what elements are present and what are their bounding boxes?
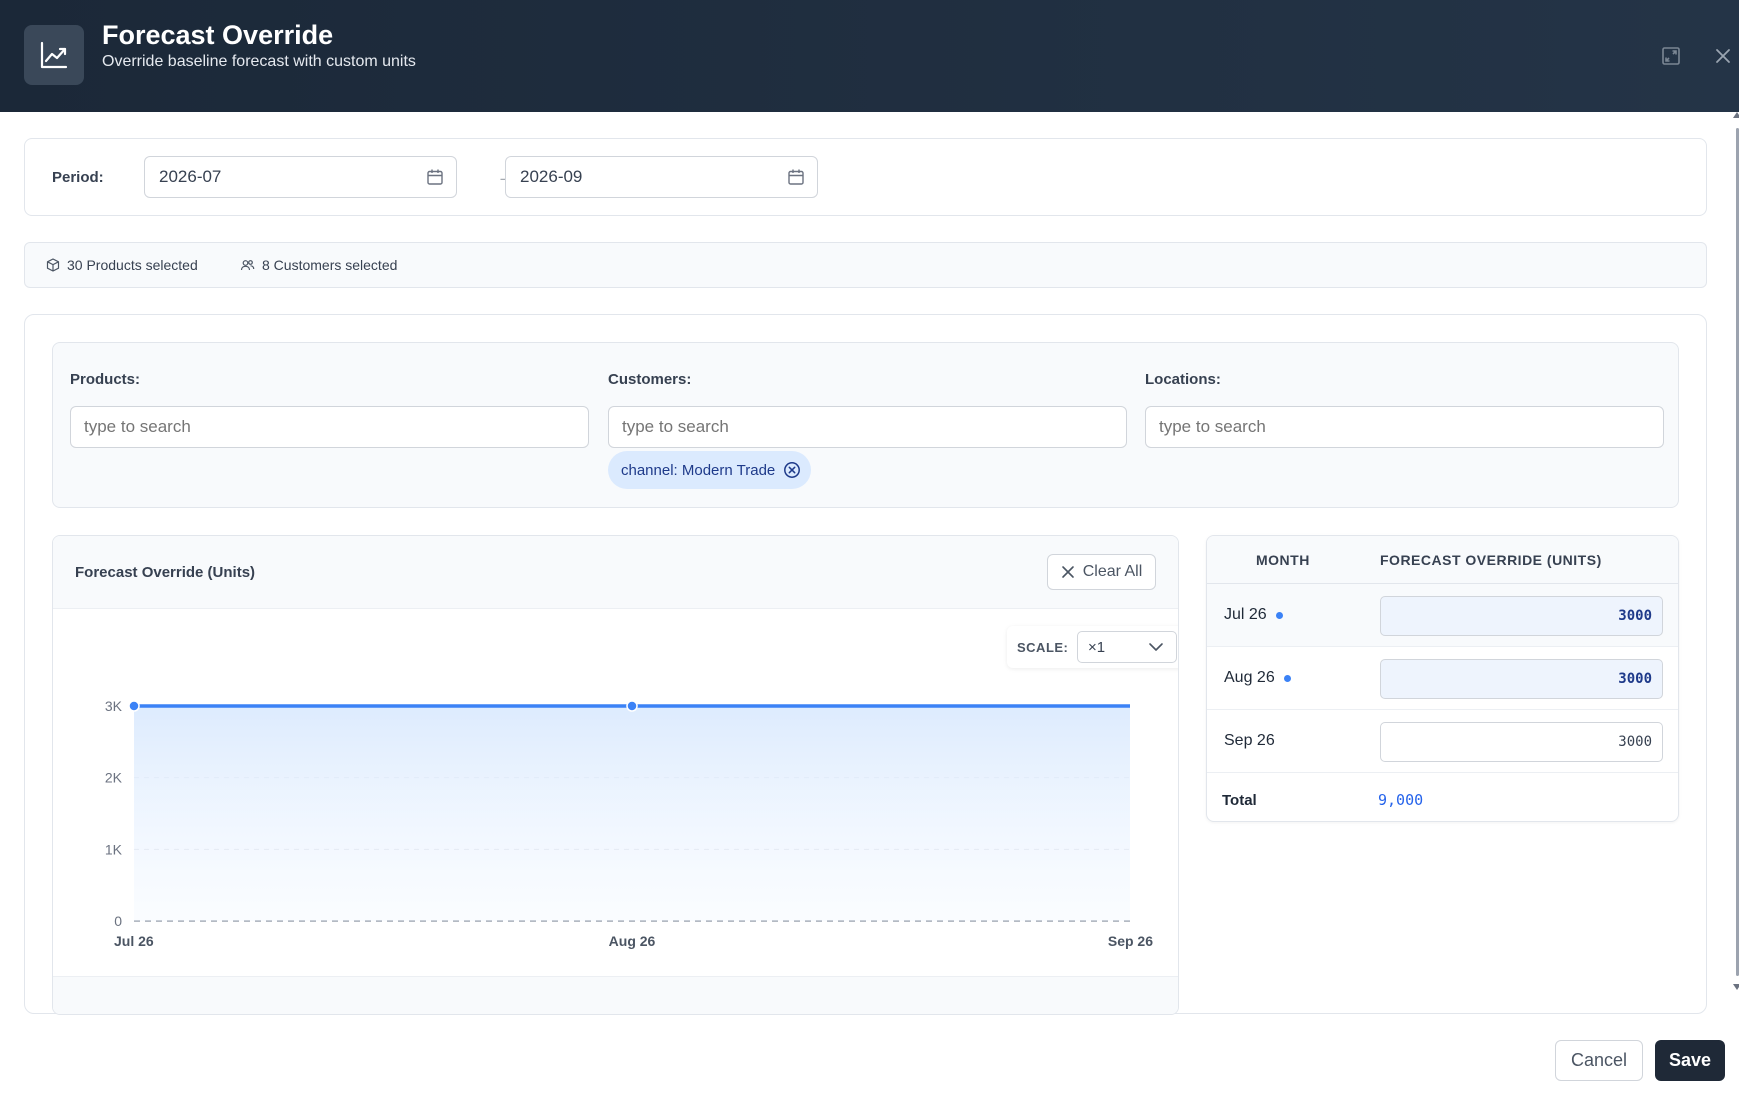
users-icon bbox=[240, 260, 255, 271]
row-month: Jul 26 bbox=[1224, 606, 1283, 624]
main-card: Products: Customers: Locations: channel:… bbox=[24, 314, 1707, 1015]
chart-footer bbox=[53, 976, 1178, 1014]
y-tick-label: 2K bbox=[105, 770, 123, 786]
modal-title: Forecast Override bbox=[102, 20, 334, 50]
calendar-icon bbox=[788, 169, 804, 185]
close-icon[interactable] bbox=[1711, 44, 1735, 68]
remove-chip-icon[interactable] bbox=[783, 461, 801, 479]
modified-dot-icon bbox=[1275, 611, 1283, 619]
locations-filter-label: Locations: bbox=[1145, 371, 1221, 388]
customers-selected-text: 8 Customers selected bbox=[262, 257, 398, 273]
row-month-label: Aug 26 bbox=[1224, 669, 1275, 686]
products-filter-label: Products: bbox=[70, 371, 141, 388]
period-end-input[interactable]: 2026-09 bbox=[505, 156, 818, 198]
products-search-input[interactable] bbox=[70, 406, 589, 448]
y-tick-label: 0 bbox=[114, 913, 122, 929]
area-fill bbox=[134, 706, 1130, 921]
row-month-label: Sep 26 bbox=[1224, 732, 1275, 749]
package-icon bbox=[46, 258, 60, 272]
selection-summary: 30 Products selected 8 Customers selecte… bbox=[24, 242, 1707, 288]
table-row: Jul 26 3000 bbox=[1207, 584, 1678, 647]
products-selected-text: 30 Products selected bbox=[67, 257, 198, 273]
table-row: Aug 26 3000 bbox=[1207, 647, 1678, 710]
forecast-area-chart: 0 1K 2K 3K Jul 26 Aug 26 Sep 26 bbox=[105, 698, 1153, 949]
customers-filter-label: Customers: bbox=[608, 371, 692, 388]
filters-panel: Products: Customers: Locations: channel:… bbox=[52, 342, 1679, 508]
table-row: Sep 26 3000 bbox=[1207, 710, 1678, 773]
period-start-value: 2026-07 bbox=[159, 167, 222, 186]
table-header: MONTH FORECAST OVERRIDE (UNITS) bbox=[1207, 536, 1678, 584]
chart-card: Forecast Override (Units) Clear All SCAL… bbox=[52, 535, 1179, 1015]
override-table: MONTH FORECAST OVERRIDE (UNITS) Jul 26 3… bbox=[1206, 535, 1679, 822]
period-card: Period: 2026-07 → 2026-09 bbox=[24, 138, 1707, 216]
period-label: Period: bbox=[52, 169, 104, 186]
products-selected: 30 Products selected bbox=[46, 257, 198, 273]
chip-label: channel: Modern Trade bbox=[621, 461, 776, 479]
override-value-input[interactable]: 3000 bbox=[1380, 722, 1663, 762]
total-label: Total bbox=[1222, 792, 1257, 809]
x-tick-label: Jul 26 bbox=[114, 933, 154, 949]
modal-header: Forecast Override Override baseline fore… bbox=[0, 0, 1739, 112]
period-start-input[interactable]: 2026-07 bbox=[144, 156, 457, 198]
y-tick-label: 1K bbox=[105, 841, 123, 857]
override-value-input[interactable]: 3000 bbox=[1380, 596, 1663, 636]
modified-dot-icon bbox=[1283, 674, 1291, 682]
scroll-up-arrow-icon[interactable] bbox=[1733, 112, 1739, 118]
x-tick-label: Aug 26 bbox=[609, 933, 656, 949]
calendar-icon bbox=[427, 169, 443, 185]
customer-filter-chip: channel: Modern Trade bbox=[608, 451, 812, 489]
scroll-down-arrow-icon[interactable] bbox=[1733, 984, 1739, 990]
override-value-input[interactable]: 3000 bbox=[1380, 659, 1663, 699]
x-tick-label: Sep 26 bbox=[1108, 933, 1153, 949]
expand-icon[interactable] bbox=[1659, 44, 1683, 68]
period-end-value: 2026-09 bbox=[520, 167, 583, 186]
modal-subtitle: Override baseline forecast with custom u… bbox=[102, 53, 416, 70]
data-point bbox=[128, 700, 140, 712]
data-point bbox=[626, 700, 638, 712]
trending-up-chart-icon bbox=[24, 25, 84, 85]
save-button[interactable]: Save bbox=[1655, 1040, 1725, 1081]
row-month: Aug 26 bbox=[1224, 669, 1291, 687]
row-month: Sep 26 bbox=[1224, 732, 1275, 750]
customers-selected: 8 Customers selected bbox=[240, 257, 397, 273]
col-month-header: MONTH bbox=[1256, 552, 1310, 568]
locations-search-input[interactable] bbox=[1145, 406, 1664, 448]
col-value-header: FORECAST OVERRIDE (UNITS) bbox=[1380, 552, 1602, 568]
y-tick-label: 3K bbox=[105, 698, 123, 714]
cancel-button[interactable]: Cancel bbox=[1555, 1040, 1643, 1081]
customers-search-input[interactable] bbox=[608, 406, 1127, 448]
total-value: 9,000 bbox=[1378, 791, 1424, 809]
row-month-label: Jul 26 bbox=[1224, 606, 1267, 623]
